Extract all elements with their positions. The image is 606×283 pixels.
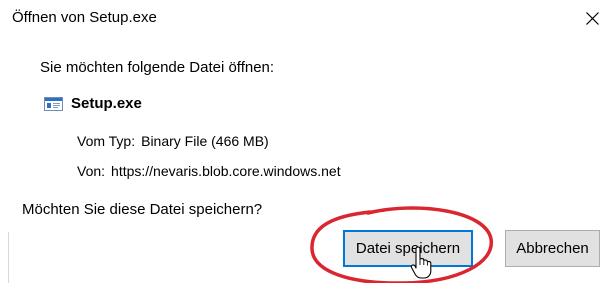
close-button[interactable] <box>566 0 606 36</box>
file-source-label: Von: <box>77 163 106 179</box>
file-source-value: https://nevaris.blob.core.windows.net <box>111 163 341 179</box>
executable-file-icon <box>44 97 63 111</box>
file-type-row: Vom Typ: Binary File (466 MB) <box>77 133 269 150</box>
file-download-dialog: Öffnen von Setup.exe Sie möchten folgend… <box>0 0 606 283</box>
window-title: Öffnen von Setup.exe <box>12 9 157 26</box>
divider <box>8 232 9 283</box>
save-question-text: Möchten Sie diese Datei speichern? <box>22 201 263 218</box>
file-name: Setup.exe <box>71 95 142 112</box>
file-source-row: Von: https://nevaris.blob.core.windows.ne… <box>77 163 341 180</box>
file-type-value: Binary File (466 MB) <box>141 133 269 149</box>
file-row: Setup.exe <box>44 95 142 113</box>
open-prompt-text: Sie möchten folgende Datei öffnen: <box>40 59 275 76</box>
cancel-button[interactable]: Abbrechen <box>505 230 600 267</box>
file-type-label: Vom Typ: <box>77 133 136 149</box>
title-bar[interactable]: Öffnen von Setup.exe <box>0 0 606 36</box>
close-icon <box>586 12 599 25</box>
save-file-button[interactable]: Datei speichern <box>343 230 473 267</box>
